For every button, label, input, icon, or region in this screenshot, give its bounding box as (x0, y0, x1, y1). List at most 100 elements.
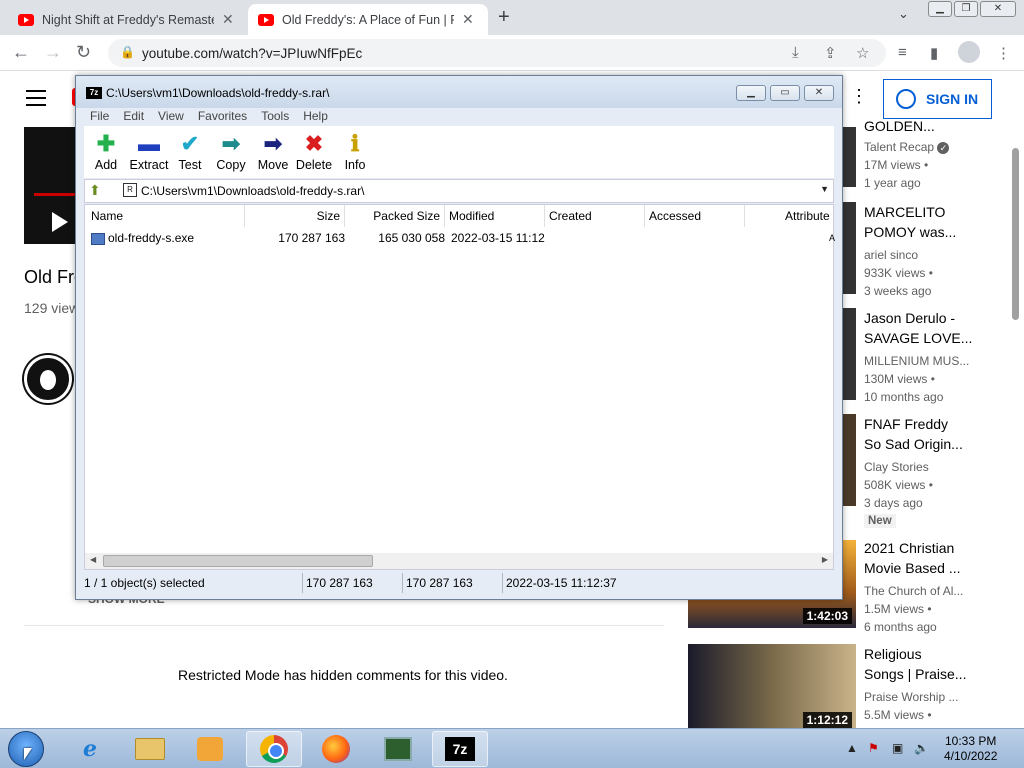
play-icon[interactable] (52, 212, 68, 232)
back-icon[interactable]: ← (12, 42, 30, 63)
show-hidden-icons-icon[interactable]: ▲ (846, 741, 858, 755)
column-header-created[interactable]: Created (549, 205, 645, 227)
youtube-favicon-icon (18, 13, 34, 26)
forward-icon[interactable]: → (44, 42, 62, 63)
taskbar-media-player[interactable] (182, 731, 238, 767)
recommendation-item[interactable]: FNAF Freddy So Sad Origin... Clay Storie… (864, 414, 1014, 528)
clock-time: 10:33 PM (945, 734, 997, 748)
recommendation-item[interactable]: Jason Derulo - SAVAGE LOVE... MILLENIUM … (864, 308, 1014, 406)
address-bar[interactable]: 🔒 youtube.com/watch?v=JPIuwNfFpEc ⤓ ⇪ ☆ (108, 39, 886, 67)
share-icon[interactable]: ⇪ (824, 44, 837, 62)
scroll-left-icon[interactable]: ◀ (90, 555, 96, 564)
menu-tools[interactable]: Tools (261, 109, 289, 127)
more-options-icon[interactable]: ⋮ (850, 86, 868, 107)
volume-icon[interactable]: 🔈 (914, 741, 929, 755)
folder-up-icon[interactable]: ⬆ (89, 182, 101, 199)
chrome-menu-icon[interactable]: ⋮ (996, 44, 1011, 62)
close-window-button[interactable]: ✕ (980, 1, 1016, 17)
move-button[interactable]: ➡ Move (254, 130, 292, 172)
taskbar-file-explorer[interactable] (122, 731, 178, 767)
media-queue-icon[interactable]: ≡ (898, 44, 907, 61)
minimize-button[interactable]: ▁ (928, 1, 952, 17)
taskbar-chrome[interactable] (246, 731, 302, 767)
rec-thumbnail[interactable]: 1:12:12 (688, 644, 856, 732)
rec-thumbnail[interactable] (842, 202, 856, 294)
taskbar-internet-explorer[interactable]: e (62, 731, 118, 767)
bookmark-star-icon[interactable]: ☆ (856, 44, 869, 62)
rec-thumbnail[interactable] (842, 308, 856, 400)
taskbar-firefox[interactable] (308, 731, 364, 767)
test-button[interactable]: ✔ Test (172, 130, 208, 172)
taskbar-program[interactable] (370, 731, 426, 767)
column-header-size[interactable]: Size (245, 205, 345, 227)
video-player[interactable] (24, 127, 76, 244)
action-center-icon[interactable]: ⚑ (868, 741, 879, 755)
table-row[interactable]: old-freddy-s.exe 170 287 163 165 030 058… (91, 229, 835, 247)
info-button[interactable]: ℹ Info (340, 130, 370, 172)
column-header-accessed[interactable]: Accessed (649, 205, 745, 227)
progress-bar[interactable] (34, 193, 76, 196)
menu-view[interactable]: View (158, 109, 184, 127)
install-icon[interactable]: ⤓ (792, 44, 799, 61)
recommendation-item[interactable]: GOLDEN... Talent Recap ✓ 17M views • 1 y… (864, 116, 1014, 192)
menu-favorites[interactable]: Favorites (198, 109, 247, 127)
menu-edit[interactable]: Edit (123, 109, 144, 127)
path-text: C:\Users\vm1\Downloads\old-freddy-s.rar\ (141, 184, 365, 198)
program-icon (384, 737, 412, 761)
tool-label: Move (257, 158, 289, 172)
chevron-down-icon[interactable]: ▼ (820, 184, 829, 194)
recommendation-item[interactable]: 2021 Christian Movie Based ... The Churc… (864, 538, 1014, 636)
rec-title: Movie Based ... (864, 560, 961, 576)
delete-button[interactable]: ✖ Delete (294, 130, 334, 172)
channel-avatar[interactable] (24, 355, 72, 403)
hamburger-menu-icon[interactable] (26, 90, 46, 111)
video-duration: 1:12:12 (802, 712, 852, 728)
add-button[interactable]: ✚ Add (88, 130, 124, 172)
close-icon[interactable]: ✕ (222, 11, 234, 28)
rec-thumbnail[interactable] (842, 414, 856, 506)
close-icon[interactable]: ✕ (462, 11, 474, 28)
rec-thumbnail[interactable] (842, 127, 856, 187)
side-panel-icon[interactable]: ▮ (930, 44, 938, 62)
sign-in-button[interactable]: SIGN IN (883, 79, 992, 119)
page-scrollbar[interactable] (1012, 148, 1019, 320)
window-title: C:\Users\vm1\Downloads\old-freddy-s.rar\ (106, 86, 330, 100)
7zip-logo-icon: 7z (86, 87, 102, 99)
7zip-icon: 7z (445, 737, 475, 761)
archive-icon: R (123, 183, 137, 197)
system-clock[interactable]: 10:33 PM 4/10/2022 (944, 734, 997, 764)
reload-icon[interactable]: ↻ (76, 42, 91, 63)
horizontal-scrollbar[interactable]: ◀ ▶ (85, 553, 833, 569)
7zip-titlebar[interactable]: 7z C:\Users\vm1\Downloads\old-freddy-s.r… (76, 76, 842, 108)
tool-label: Copy (216, 158, 246, 172)
column-header-name[interactable]: Name (91, 205, 245, 227)
menu-file[interactable]: File (90, 109, 109, 127)
column-header-packed-size[interactable]: Packed Size (345, 205, 445, 227)
copy-button[interactable]: ➡ Copy (212, 130, 250, 172)
profile-avatar-icon[interactable] (958, 41, 980, 63)
scroll-thumb[interactable] (103, 555, 373, 567)
taskbar-7zip[interactable]: 7z (432, 731, 488, 767)
network-icon[interactable]: ▣ (892, 741, 903, 755)
tab-title: Old Freddy's: A Place of Fun | PC (282, 12, 454, 27)
extract-button[interactable]: ▬ Extract (126, 130, 172, 172)
recommendation-item[interactable]: Religious Songs | Praise... Praise Worsh… (864, 644, 1014, 724)
status-packed: 170 287 163 (406, 576, 473, 590)
rec-views: 130M views • (864, 372, 935, 386)
maximize-button[interactable]: ▭ (770, 85, 800, 101)
new-tab-button[interactable]: + (498, 6, 510, 29)
menu-help[interactable]: Help (303, 109, 328, 127)
file-list[interactable]: Name Size Packed Size Modified Created A… (84, 204, 835, 570)
toolbar: ✚ Add ▬ Extract ✔ Test ➡ Copy ➡ Move ✖ D… (84, 126, 834, 178)
tab-night-shift[interactable]: Night Shift at Freddy's Remastered ✕ (8, 4, 248, 35)
column-header-attribute[interactable]: Attribute (785, 205, 833, 227)
scroll-right-icon[interactable]: ▶ (822, 555, 828, 564)
tab-search-icon[interactable]: ⌄ (898, 6, 909, 22)
column-header-modified[interactable]: Modified (449, 205, 545, 227)
minimize-button[interactable]: ▁ (736, 85, 766, 101)
recommendation-item[interactable]: MARCELITO POMOY was... ariel sinco 933K … (864, 202, 1014, 300)
close-button[interactable]: ✕ (804, 85, 834, 101)
tab-old-freddys[interactable]: Old Freddy's: A Place of Fun | PC ✕ (248, 4, 488, 35)
path-bar[interactable]: ⬆ R C:\Users\vm1\Downloads\old-freddy-s.… (84, 179, 834, 203)
restore-button[interactable]: ❐ (954, 1, 978, 17)
